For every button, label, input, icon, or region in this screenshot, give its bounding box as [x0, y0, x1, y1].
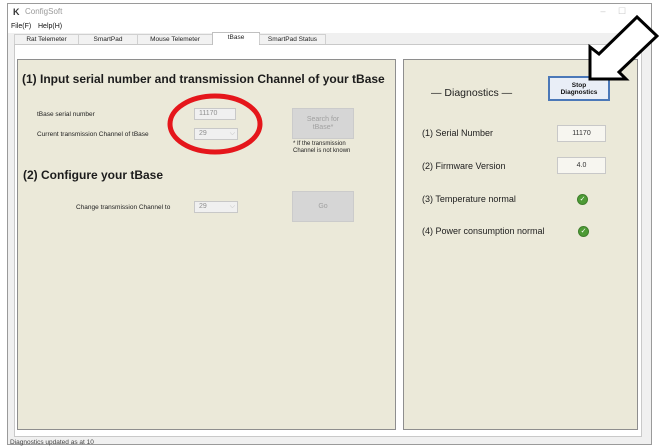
window-title: ConfigSoft: [25, 7, 63, 16]
tab-smartpad[interactable]: SmartPad: [78, 34, 138, 44]
section-1-heading: (1) Input serial number and transmission…: [22, 72, 385, 86]
menu-file[interactable]: File(F): [11, 23, 31, 30]
serial-number-label: tBase serial number: [37, 111, 95, 118]
diag-serial-label: (1) Serial Number: [422, 128, 494, 138]
current-channel-label: Current transmission Channel of tBase: [37, 131, 149, 138]
diag-serial-value: 11170: [557, 125, 606, 142]
title-bar: [8, 4, 651, 22]
search-note: * If the transmission Channel is not kno…: [293, 141, 351, 154]
change-channel-select[interactable]: 29 ⌵: [194, 201, 238, 213]
menu-bar: [8, 22, 651, 33]
diag-firmware-value: 4.0: [557, 157, 606, 174]
diag-firmware-label: (2) Firmware Version: [422, 161, 506, 171]
diag-power-label: (4) Power consumption normal: [422, 226, 545, 236]
menu-help[interactable]: Help(H): [38, 23, 62, 30]
highlight-circle-annotation: [167, 93, 263, 155]
go-button[interactable]: Go: [292, 191, 354, 222]
change-channel-value: 29: [199, 203, 207, 210]
chevron-down-icon: ⌵: [229, 203, 235, 210]
diagnostics-panel: [403, 59, 638, 430]
temperature-ok-check-icon: ✓: [577, 194, 588, 205]
diagnostics-title: — Diagnostics —: [431, 87, 513, 99]
app-logo-icon: K: [13, 7, 20, 17]
tab-smartpad-status[interactable]: SmartPad Status: [259, 34, 326, 44]
power-ok-check-icon: ✓: [578, 226, 589, 237]
tab-rat-telemeter[interactable]: Rat Telemeter: [14, 34, 79, 44]
section-2-heading: (2) Configure your tBase: [23, 168, 164, 182]
diag-temperature-label: (3) Temperature normal: [422, 194, 516, 204]
change-channel-label: Change transmission Channel to: [76, 204, 171, 211]
tab-tbase[interactable]: tBase: [212, 32, 260, 45]
pointer-arrow-annotation: [588, 14, 659, 81]
search-tbase-label: Search for tBase*: [306, 115, 340, 131]
tab-mouse-telemeter[interactable]: Mouse Telemeter: [137, 34, 213, 44]
search-tbase-button[interactable]: Search for tBase*: [292, 108, 354, 139]
